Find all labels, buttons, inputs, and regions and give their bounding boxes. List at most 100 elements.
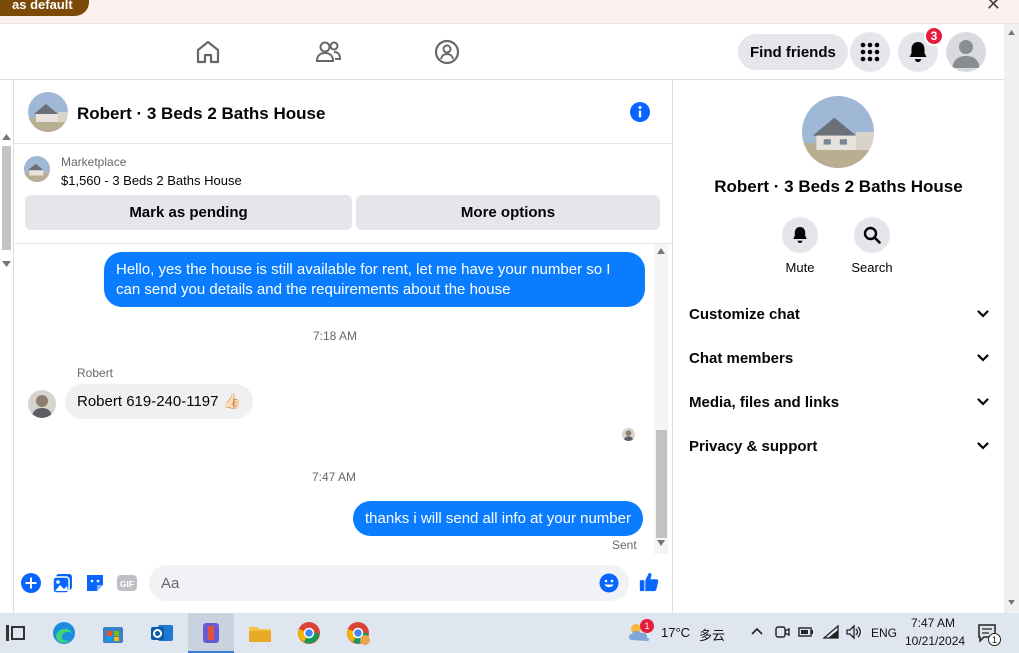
incoming-message[interactable]: Robert 619-240-1197 👍🏻	[65, 384, 254, 419]
listing-thumbnail-small[interactable]	[24, 156, 50, 182]
messages-scrollbar[interactable]	[654, 244, 668, 554]
like-thumbs-up-icon[interactable]	[638, 571, 660, 593]
grid-icon	[860, 42, 880, 62]
groups-icon[interactable]	[433, 38, 461, 66]
mute-label: Mute	[785, 260, 815, 275]
chrome-icon[interactable]	[296, 620, 322, 646]
conversation-title: Robert · 3 Beds 2 Baths House	[714, 177, 963, 196]
scroll-down-arrow-icon[interactable]	[657, 540, 665, 546]
chat-title: Robert · 3 Beds 2 Baths House	[77, 104, 326, 123]
house-photo-icon	[28, 92, 68, 132]
row-label: Privacy & support	[689, 437, 818, 455]
search-icon	[863, 226, 881, 244]
menu-grid-button[interactable]	[850, 32, 890, 72]
clock-date[interactable]: 10/21/2024	[905, 634, 965, 648]
outlook-icon[interactable]	[149, 620, 175, 646]
more-options-button[interactable]: More options	[356, 195, 660, 230]
chevron-up-icon[interactable]	[751, 627, 763, 635]
outgoing-message[interactable]: Hello, yes the house is still available …	[104, 252, 645, 307]
listing-photo[interactable]	[802, 96, 874, 168]
chat-panel: Robert · 3 Beds 2 Baths House Marketplac…	[14, 80, 673, 613]
top-banner: as default ✕	[0, 0, 1019, 24]
house-photo-icon	[24, 156, 50, 182]
app-pinned-icon[interactable]	[198, 620, 224, 646]
chevron-down-icon	[977, 354, 989, 362]
edge-browser-icon[interactable]	[51, 620, 77, 646]
profile-avatar[interactable]	[946, 32, 986, 72]
weather-description[interactable]: 多云	[699, 625, 725, 644]
photo-icon[interactable]	[52, 572, 74, 594]
listing-price[interactable]: $1,560 - 3 Beds 2 Baths House	[61, 173, 242, 188]
search-button[interactable]	[854, 217, 890, 253]
close-icon[interactable]: ✕	[986, 0, 1001, 15]
message-timestamp: 7:47 AM	[312, 470, 357, 484]
row-label: Chat members	[689, 349, 794, 367]
input-language[interactable]: ENG	[871, 626, 897, 640]
home-icon[interactable]	[194, 38, 222, 66]
find-friends-button[interactable]: Find friends	[738, 34, 848, 70]
weather-temperature[interactable]: 17°C	[661, 625, 690, 640]
clock-time[interactable]: 7:47 AM	[911, 616, 955, 630]
set-default-button[interactable]: as default	[0, 0, 89, 16]
media-files-links-row[interactable]: Media, files and links	[689, 387, 989, 417]
scrollbar-thumb[interactable]	[2, 146, 11, 250]
plus-icon[interactable]	[20, 572, 42, 594]
info-icon[interactable]	[629, 101, 651, 123]
message-composer: GIF	[14, 564, 672, 613]
volume-icon[interactable]	[845, 624, 863, 640]
message-input-wrapper[interactable]	[149, 565, 629, 601]
friends-icon[interactable]	[314, 38, 342, 66]
person-photo-icon	[28, 390, 56, 418]
weather-badge: 1	[640, 619, 654, 633]
mute-action[interactable]: Mute	[770, 217, 830, 275]
microsoft-store-icon[interactable]	[100, 620, 126, 646]
top-navbar: Find friends 3	[0, 24, 1004, 80]
mark-as-pending-button[interactable]: Mark as pending	[25, 195, 352, 230]
sticker-icon[interactable]	[84, 572, 106, 594]
message-input[interactable]	[161, 565, 591, 601]
default-avatar-icon	[952, 40, 980, 68]
privacy-support-row[interactable]: Privacy & support	[689, 431, 989, 461]
chevron-down-icon	[977, 310, 989, 318]
notifications-button[interactable]: 3	[898, 26, 944, 72]
chat-info-panel: Robert · 3 Beds 2 Baths House Mute Searc…	[673, 80, 1004, 613]
mute-button[interactable]	[782, 217, 818, 253]
row-label: Customize chat	[689, 305, 800, 323]
left-scrollbar[interactable]	[0, 80, 14, 613]
meet-now-icon[interactable]	[774, 624, 790, 640]
scroll-down-arrow-icon[interactable]	[2, 261, 11, 267]
battery-icon[interactable]	[797, 624, 815, 640]
listing-thumbnail[interactable]	[28, 92, 68, 132]
message-timestamp: 7:18 AM	[313, 329, 358, 343]
bell-icon	[909, 42, 927, 62]
customize-chat-row[interactable]: Customize chat	[689, 299, 989, 329]
file-explorer-icon[interactable]	[247, 620, 273, 646]
scroll-up-arrow-icon[interactable]	[657, 248, 665, 254]
message-list: Hello, yes the house is still available …	[14, 244, 654, 556]
page-scrollbar[interactable]	[1004, 24, 1019, 613]
chat-header: Robert · 3 Beds 2 Baths House	[14, 80, 672, 144]
task-view-icon[interactable]	[2, 620, 28, 646]
scroll-up-arrow-icon[interactable]	[2, 134, 11, 140]
sender-name: Robert	[77, 366, 114, 380]
sent-status: Sent	[612, 538, 637, 552]
scroll-up-arrow-icon[interactable]	[1008, 30, 1015, 35]
emoji-icon[interactable]	[599, 573, 619, 593]
svg-text:GIF: GIF	[120, 579, 134, 589]
scrollbar-thumb[interactable]	[656, 430, 667, 538]
row-label: Media, files and links	[689, 393, 840, 411]
chevron-down-icon	[977, 398, 989, 406]
windows-taskbar: 1 17°C 多云 ENG 7:47 AM 10/21/2024 1	[0, 613, 1019, 653]
search-label: Search	[851, 260, 893, 275]
bell-icon	[793, 227, 807, 243]
search-action[interactable]: Search	[842, 217, 902, 275]
gif-icon[interactable]: GIF	[116, 572, 138, 594]
sender-avatar[interactable]	[28, 390, 56, 418]
scroll-down-arrow-icon[interactable]	[1008, 600, 1015, 605]
outgoing-message[interactable]: thanks i will send all info at your numb…	[353, 501, 643, 536]
house-photo-icon	[802, 96, 874, 168]
read-receipt-avatar	[622, 428, 635, 441]
chrome-profile-icon[interactable]	[345, 620, 371, 646]
wifi-icon[interactable]	[822, 624, 840, 640]
chat-members-row[interactable]: Chat members	[689, 343, 989, 373]
